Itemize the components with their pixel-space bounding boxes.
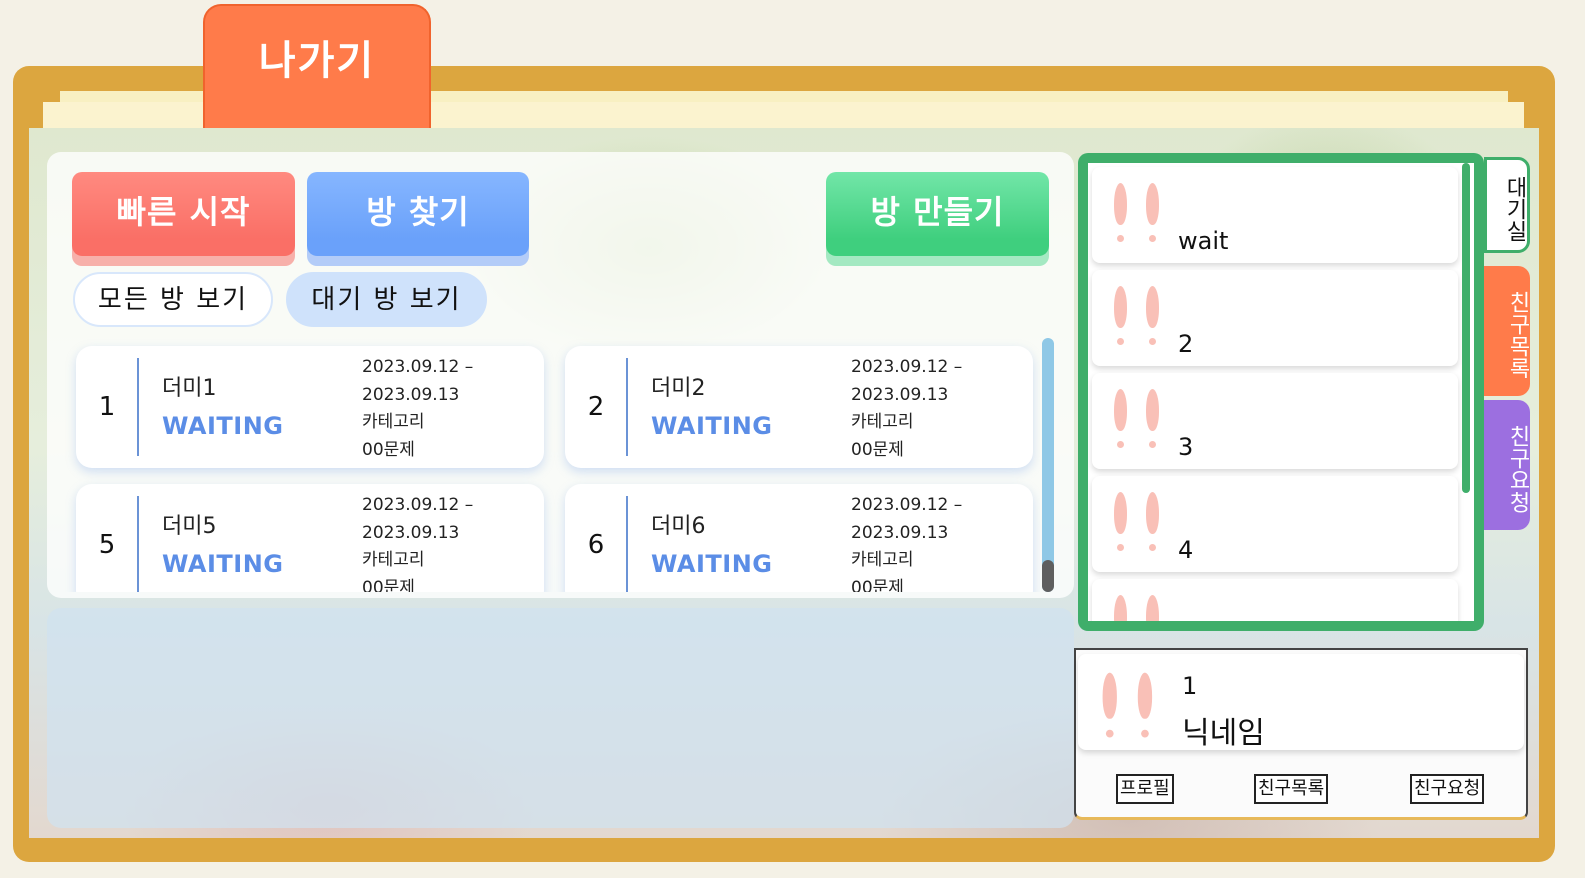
friend-requests-button[interactable]: 친구요청	[1410, 774, 1485, 804]
tab-waiting-room[interactable]: 대기실	[1484, 157, 1530, 253]
room-status: WAITING	[651, 412, 773, 440]
tab-friend-requests[interactable]: 친구요청	[1484, 400, 1530, 530]
bunny-ears-icon	[1108, 589, 1168, 621]
room-info: 2023.09.12 – 2023.09.13 카테고리 00문제	[851, 492, 962, 592]
room-number: 1	[98, 392, 116, 422]
room-problems: 00문제	[362, 577, 415, 593]
quick-start-button[interactable]: 빠른 시작	[72, 172, 295, 256]
user-list: wait 2 3 4	[1088, 163, 1474, 621]
user-list-item[interactable]	[1092, 579, 1458, 621]
room-category: 카테고리	[851, 412, 914, 432]
room-status: WAITING	[162, 550, 284, 578]
bunny-ears-icon	[1096, 666, 1162, 743]
user-list-panel: wait 2 3 4	[1078, 153, 1484, 631]
room-status: WAITING	[651, 550, 773, 578]
user-list-item[interactable]: 4	[1092, 476, 1458, 572]
room-category: 카테고리	[851, 550, 914, 570]
profile-button[interactable]: 프로필	[1116, 774, 1174, 804]
room-list-scrollbar[interactable]	[1042, 338, 1054, 592]
room-date-start: 2023.09.12 –	[851, 495, 963, 515]
room-card[interactable]: 2 더미2 WAITING 2023.09.12 – 2023.09.13 카테…	[565, 346, 1033, 468]
room-number: 5	[98, 530, 116, 560]
room-problems: 00문제	[851, 439, 904, 460]
user-list-item[interactable]: wait	[1092, 167, 1458, 263]
room-date-end: 2023.09.13	[851, 384, 949, 405]
room-name: 더미6	[651, 514, 706, 539]
exit-button[interactable]: 나가기	[203, 4, 431, 128]
my-profile-nickname: 닉네임	[1182, 716, 1265, 751]
room-date-end: 2023.09.13	[362, 384, 460, 405]
create-room-button[interactable]: 방 만들기	[826, 172, 1049, 256]
room-status: WAITING	[162, 412, 284, 440]
room-category: 카테고리	[362, 550, 425, 570]
room-name: 더미1	[162, 376, 217, 401]
bunny-ears-icon	[1108, 486, 1168, 556]
room-divider	[137, 496, 139, 592]
chat-panel	[47, 608, 1074, 828]
friends-list-button[interactable]: 친구목록	[1254, 774, 1329, 804]
room-date-end: 2023.09.13	[851, 522, 949, 543]
room-name: 더미2	[651, 376, 706, 401]
bunny-ears-icon	[1108, 177, 1168, 247]
room-date-start: 2023.09.12 –	[362, 357, 474, 377]
my-profile-card: 1 닉네임	[1078, 654, 1524, 751]
room-info: 2023.09.12 – 2023.09.13 카테고리 00문제	[362, 492, 473, 592]
room-info: 2023.09.12 – 2023.09.13 카테고리 00문제	[851, 354, 962, 464]
user-name: wait	[1178, 227, 1229, 255]
room-date-start: 2023.09.12 –	[362, 495, 474, 515]
room-list-scroll-thumb[interactable]	[1042, 560, 1054, 592]
user-name: 3	[1178, 433, 1194, 461]
bunny-ears-icon	[1108, 383, 1168, 453]
bunny-ears-icon	[1108, 280, 1168, 350]
find-room-button[interactable]: 방 찾기	[307, 172, 529, 256]
room-number: 6	[587, 530, 605, 560]
room-number: 2	[587, 392, 605, 422]
room-problems: 00문제	[362, 439, 415, 460]
room-date-end: 2023.09.13	[362, 522, 460, 543]
room-card[interactable]: 5 더미5 WAITING 2023.09.12 – 2023.09.13 카테…	[76, 484, 544, 592]
user-name: 4	[1178, 536, 1194, 564]
room-grid: 1 더미1 WAITING 2023.09.12 – 2023.09.13 카테…	[60, 336, 1040, 592]
room-name: 더미5	[162, 514, 217, 539]
filter-all-rooms[interactable]: 모든 방 보기	[73, 272, 273, 327]
room-category: 카테고리	[362, 412, 425, 432]
my-profile-panel: 1 닉네임 프로필 친구목록 친구요청	[1074, 648, 1528, 820]
my-profile-number: 1	[1182, 672, 1198, 700]
room-card[interactable]: 6 더미6 WAITING 2023.09.12 – 2023.09.13 카테…	[565, 484, 1033, 592]
user-list-scrollbar[interactable]	[1462, 163, 1470, 493]
room-card[interactable]: 1 더미1 WAITING 2023.09.12 – 2023.09.13 카테…	[76, 346, 544, 468]
filter-waiting-rooms[interactable]: 대기 방 보기	[286, 272, 487, 327]
user-name: 2	[1178, 330, 1194, 358]
room-problems: 00문제	[851, 577, 904, 593]
user-list-item[interactable]: 3	[1092, 373, 1458, 469]
room-divider	[626, 496, 628, 592]
room-info: 2023.09.12 – 2023.09.13 카테고리 00문제	[362, 354, 473, 464]
room-date-start: 2023.09.12 –	[851, 357, 963, 377]
room-divider	[137, 358, 139, 456]
tab-friends-list[interactable]: 친구목록	[1484, 266, 1530, 396]
room-divider	[626, 358, 628, 456]
user-list-item[interactable]: 2	[1092, 270, 1458, 366]
